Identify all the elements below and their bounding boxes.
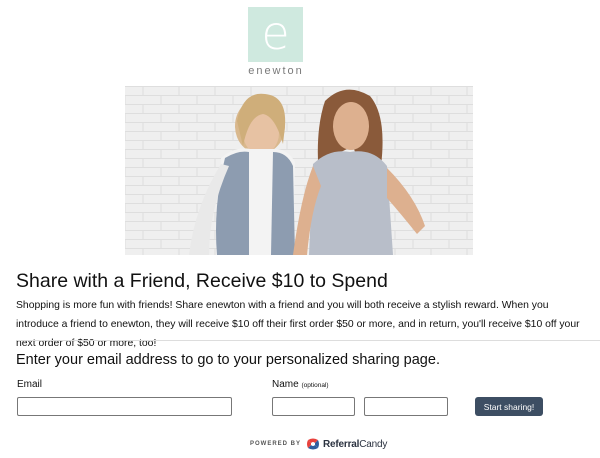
last-name-input[interactable] bbox=[364, 397, 448, 416]
brand-bold: Referral bbox=[323, 438, 360, 450]
page-title: Share with a Friend, Receive $10 to Spen… bbox=[16, 270, 388, 292]
hero-photo-illustration bbox=[125, 86, 473, 255]
brand-regular: Candy bbox=[359, 438, 388, 450]
name-label: Name (optional) bbox=[272, 379, 329, 390]
first-name-input[interactable] bbox=[272, 397, 355, 416]
form-prompt: Enter your email address to go to your p… bbox=[16, 352, 440, 368]
section-divider bbox=[16, 340, 600, 341]
name-optional-hint: (optional) bbox=[301, 382, 329, 389]
brand-wordmark: enewton bbox=[248, 65, 304, 77]
powered-by-label: POWERED BY bbox=[250, 441, 302, 447]
start-sharing-button[interactable]: Start sharing! bbox=[475, 397, 543, 416]
name-label-text: Name bbox=[272, 379, 299, 390]
offer-description: Shopping is more fun with friends! Share… bbox=[16, 300, 580, 349]
email-label: Email bbox=[17, 379, 43, 390]
email-input[interactable] bbox=[17, 397, 232, 416]
referralcandy-wordmark: ReferralCandy bbox=[323, 439, 387, 450]
hero-image bbox=[125, 86, 473, 255]
referralcandy-logo-icon bbox=[307, 438, 320, 450]
powered-by-footer[interactable]: POWERED BY ReferralCandy bbox=[250, 437, 387, 451]
brand-logo: e bbox=[248, 7, 303, 62]
logo-letter: e bbox=[261, 6, 290, 60]
